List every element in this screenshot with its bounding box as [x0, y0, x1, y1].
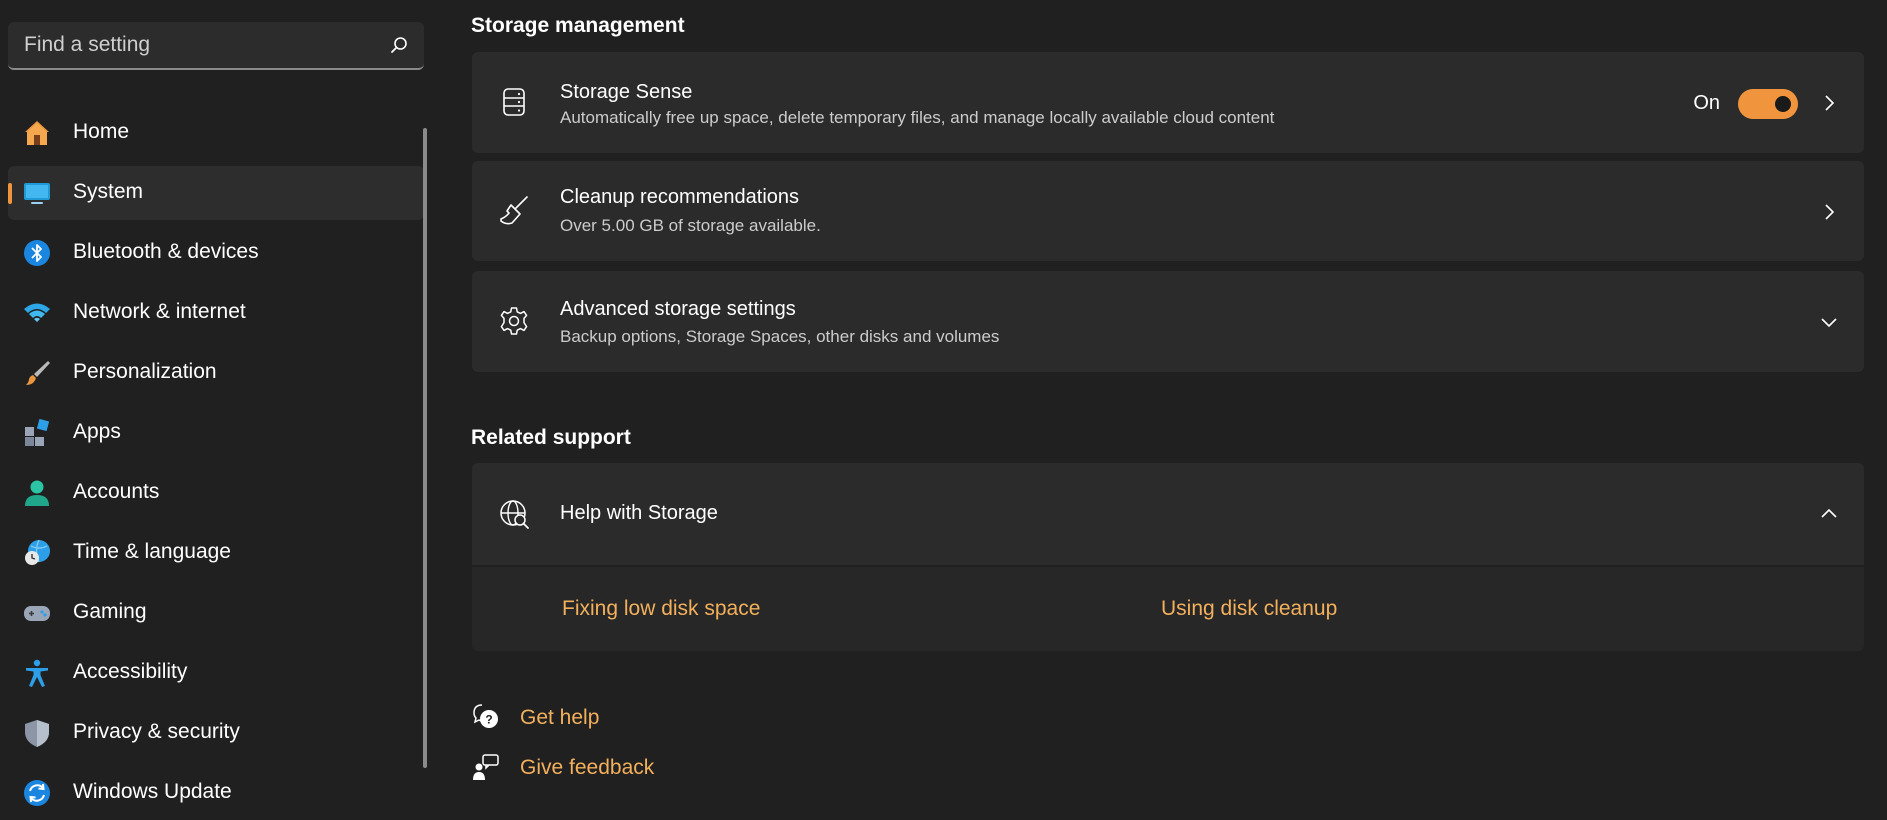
toggle-knob [1775, 96, 1791, 112]
chevron-down-icon[interactable] [1820, 313, 1838, 331]
home-icon [25, 121, 49, 145]
cleanup-recommendations-card[interactable]: Cleanup recommendations Over 5.00 GB of … [472, 161, 1864, 261]
search-box[interactable] [8, 22, 424, 70]
advanced-storage-settings-title: Advanced storage settings [560, 298, 796, 320]
chevron-right-icon[interactable] [1820, 203, 1838, 221]
gear-icon [500, 307, 528, 335]
wifi-icon [24, 303, 50, 322]
get-help-link[interactable]: ? Get help [472, 703, 712, 733]
sidebar-item-label: Bluetooth & devices [73, 240, 259, 263]
sidebar-item-windows-update[interactable]: Windows Update [8, 766, 424, 820]
apps-icon [25, 418, 50, 446]
globe-search-icon [500, 500, 529, 529]
sidebar-item-label: Accounts [73, 480, 160, 503]
storage-sense-toggle[interactable] [1738, 89, 1798, 119]
gamepad-icon [24, 606, 50, 621]
sidebar-item-label: Privacy & security [73, 720, 240, 743]
help-chat-icon: ? [473, 704, 498, 728]
sidebar-item-system[interactable]: System [8, 166, 424, 220]
sidebar-item-network[interactable]: Network & internet [8, 286, 424, 340]
section-title-storage-management: Storage management [471, 14, 685, 37]
sidebar-item-label: Gaming [73, 600, 147, 623]
system-icon [24, 183, 50, 204]
storage-drive-icon [503, 88, 525, 116]
sidebar-item-accounts[interactable]: Accounts [8, 466, 424, 520]
help-with-storage-title: Help with Storage [560, 502, 718, 524]
update-icon [24, 780, 50, 806]
cleanup-recommendations-description: Over 5.00 GB of storage available. [560, 216, 821, 235]
storage-sense-card[interactable]: Storage Sense Automatically free up spac… [472, 52, 1864, 153]
sidebar-item-accessibility[interactable]: Accessibility [8, 646, 424, 700]
broom-icon [500, 196, 528, 225]
shield-icon [25, 720, 49, 747]
bluetooth-icon [24, 240, 50, 266]
accessibility-icon [26, 659, 48, 687]
sidebar-item-privacy-security[interactable]: Privacy & security [8, 706, 424, 760]
sidebar-item-label: Accessibility [73, 660, 188, 683]
give-feedback-link[interactable]: Give feedback [472, 753, 712, 783]
search-input[interactable] [8, 22, 368, 68]
sidebar-item-label: System [73, 180, 144, 203]
storage-sense-toggle-label: On [1693, 92, 1720, 114]
sidebar-item-label: Time & language [73, 540, 231, 563]
sidebar-item-label: Apps [73, 420, 121, 443]
chevron-right-icon[interactable] [1820, 94, 1838, 112]
brush-icon [26, 361, 50, 385]
link-fixing-low-disk-space[interactable]: Fixing low disk space [562, 597, 760, 621]
cleanup-recommendations-title: Cleanup recommendations [560, 186, 800, 208]
globe-clock-icon [25, 539, 50, 565]
storage-sense-description: Automatically free up space, delete temp… [560, 108, 1275, 127]
sidebar-item-personalization[interactable]: Personalization [8, 346, 424, 400]
section-title-related-support: Related support [471, 426, 631, 449]
get-help-label: Get help [520, 706, 600, 729]
sidebar-item-label: Personalization [73, 360, 217, 383]
sidebar-item-home[interactable]: Home [8, 106, 424, 160]
sidebar-item-time-language[interactable]: Time & language [8, 526, 424, 580]
advanced-storage-settings-description: Backup options, Storage Spaces, other di… [560, 327, 1000, 346]
sidebar-scrollbar[interactable] [423, 128, 427, 768]
sidebar-item-label: Network & internet [73, 300, 246, 323]
storage-sense-title: Storage Sense [560, 81, 693, 103]
search-icon[interactable] [388, 34, 410, 56]
advanced-storage-settings-card[interactable]: Advanced storage settings Backup options… [472, 271, 1864, 372]
svg-text:?: ? [485, 713, 492, 727]
link-using-disk-cleanup[interactable]: Using disk cleanup [1161, 597, 1337, 621]
sidebar-item-gaming[interactable]: Gaming [8, 586, 424, 640]
help-with-storage-card[interactable]: Help with Storage [472, 463, 1864, 565]
chevron-up-icon[interactable] [1820, 505, 1838, 523]
sidebar-item-apps[interactable]: Apps [8, 406, 424, 460]
feedback-icon [473, 754, 499, 780]
sidebar-item-label: Home [73, 120, 130, 143]
account-icon [25, 480, 49, 506]
give-feedback-label: Give feedback [520, 756, 655, 779]
sidebar: Home System Bluetooth & devices Network … [0, 0, 432, 816]
help-with-storage-links: Fixing low disk space Using disk cleanup [472, 567, 1864, 651]
sidebar-item-label: Windows Update [73, 780, 232, 803]
sidebar-item-bluetooth[interactable]: Bluetooth & devices [8, 226, 424, 280]
